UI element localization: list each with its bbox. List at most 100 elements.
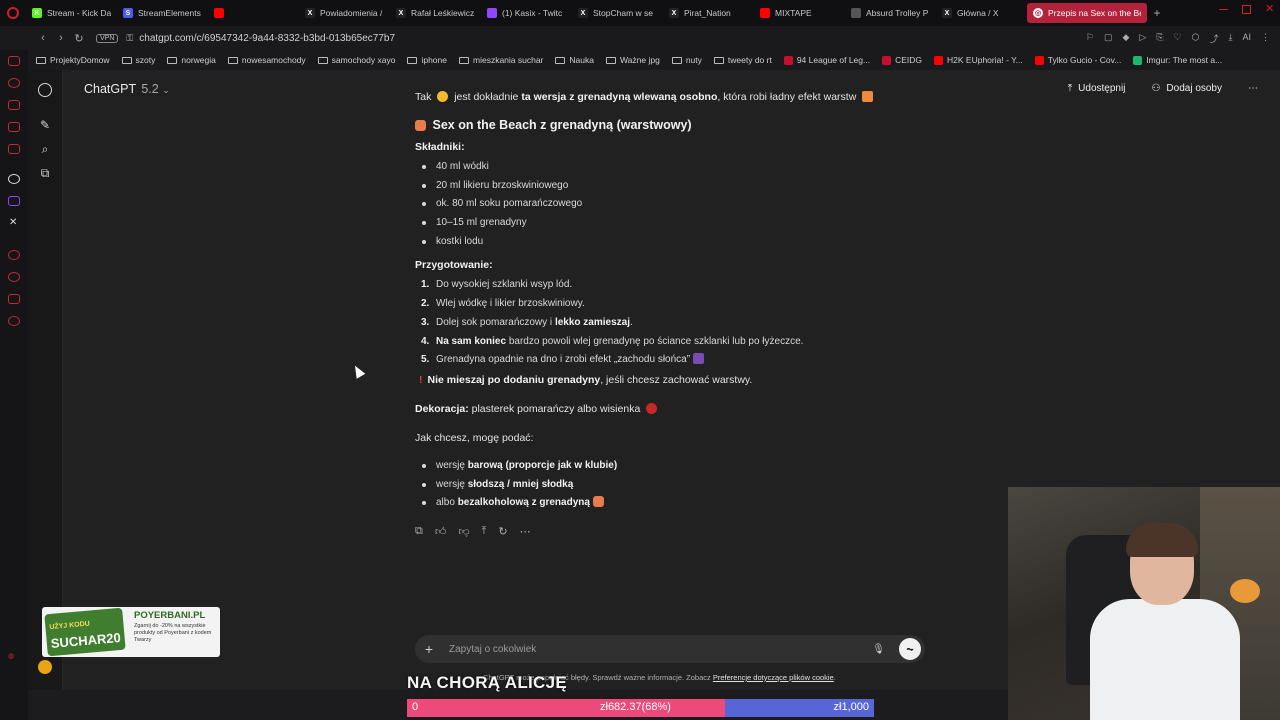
- message-actions: ⧉ 👍︎ 👎︎ ⤒ ↻ ⋯: [415, 525, 935, 538]
- step-text-part: bardzo powoli wlej grenadynę po ściance …: [506, 335, 804, 347]
- bookmark-item[interactable]: Tylko Gucio - Cov...: [1034, 55, 1121, 65]
- offer-item: albo bezalkoholową z grenadyną: [415, 494, 935, 513]
- back-icon[interactable]: ‹: [34, 32, 52, 44]
- bookmark-item[interactable]: ProjektyDomow: [36, 55, 110, 65]
- forward-icon[interactable]: ›: [52, 32, 70, 44]
- step-number: 4.: [421, 335, 430, 347]
- tab-label: StreamElements: [138, 8, 201, 18]
- browser-tab[interactable]: Absurd Trolley P: [845, 3, 936, 23]
- offer-bold: bezalkoholową z grenadyną: [457, 497, 590, 509]
- site-info-icon[interactable]: ⚿: [126, 33, 133, 44]
- cookie-preferences-link[interactable]: Preferencje dotyczące plików cookie: [713, 673, 834, 682]
- clock-icon[interactable]: [8, 250, 20, 260]
- share-icon[interactable]: ⤴: [1209, 32, 1218, 45]
- browser-tab[interactable]: X Rafał Leśkiewicz: [390, 3, 481, 23]
- bookmark-item[interactable]: nuty: [671, 55, 702, 65]
- browser-tab[interactable]: X StopCham w se: [572, 3, 663, 23]
- step-text-part: Grenadyna opadnie na dno i zrobi efekt „…: [436, 354, 691, 366]
- snapshot-icon[interactable]: ▢: [1104, 32, 1113, 45]
- twitch-icon[interactable]: [8, 196, 20, 206]
- minimize-icon[interactable]: [1219, 5, 1228, 10]
- bookmark-label: H2K EUphoria! - Y...: [947, 55, 1023, 65]
- maximize-icon[interactable]: [1242, 5, 1251, 14]
- settings-icon[interactable]: [8, 316, 20, 326]
- regenerate-icon[interactable]: ↻: [498, 525, 507, 538]
- step-text: Dolej sok pomarańczowy i lekko zamieszaj…: [436, 314, 633, 333]
- media-icon[interactable]: [8, 144, 20, 154]
- menu-icon[interactable]: ⋮: [1261, 32, 1270, 45]
- downloads-icon[interactable]: ⤓: [1229, 32, 1233, 45]
- opera-menu-button[interactable]: [0, 0, 26, 26]
- bookmark-label: tweety do rt: [727, 55, 772, 65]
- vpn-badge[interactable]: VPN: [96, 33, 119, 43]
- url-field[interactable]: chatgpt.com/c/69547342-9a44-8332-b3bd-01…: [139, 33, 395, 44]
- browser-tab[interactable]: [208, 3, 299, 23]
- folder-icon: [167, 56, 178, 64]
- browser-tab[interactable]: X Pirat_Nation: [663, 3, 754, 23]
- thumbs-up-icon[interactable]: 👍︎: [435, 525, 447, 538]
- reload-icon[interactable]: ↻: [70, 32, 88, 45]
- share-button[interactable]: ⤒ Udostępnij: [1068, 83, 1126, 94]
- bookmark-item[interactable]: Ważne jpg: [605, 55, 660, 65]
- bookmark-item[interactable]: Nauka: [555, 55, 594, 65]
- bookmark-label: Ważne jpg: [619, 55, 660, 65]
- copy-icon[interactable]: ⧉: [415, 525, 423, 538]
- microphone-icon[interactable]: 🎙︎: [872, 644, 885, 655]
- bookmark-item[interactable]: norwegia: [167, 55, 216, 65]
- step-item: 4. Na sam koniec bardzo powoli wlej grena…: [415, 333, 935, 352]
- adblock-icon[interactable]: ◆: [1123, 32, 1130, 45]
- browser-tab[interactable]: X Główna / X: [936, 3, 1027, 23]
- new-tab-button[interactable]: +: [1147, 6, 1167, 20]
- messenger-icon[interactable]: [8, 56, 20, 66]
- add-people-button[interactable]: ⚇ Dodaj osoby: [1151, 83, 1222, 94]
- bookmark-icon[interactable]: ⚐: [1086, 32, 1094, 45]
- message-input[interactable]: Zapytaj o cokolwiek: [443, 644, 872, 655]
- browser-tab[interactable]: X Powiadomienia /: [299, 3, 390, 23]
- aria-button[interactable]: AI: [1242, 32, 1251, 45]
- browser-tab[interactable]: (1) Kasix - Twitc: [481, 3, 572, 23]
- add-attachment-icon[interactable]: +: [415, 641, 443, 657]
- bookmark-item[interactable]: nowesamochody: [227, 55, 306, 65]
- bookmark-item[interactable]: CEIDG: [882, 55, 922, 65]
- site-favicon-icon: [934, 55, 944, 65]
- new-chat-icon[interactable]: ✎: [38, 118, 52, 132]
- offer-item: wersję słodszą / mniej słodką: [415, 476, 935, 495]
- tab-active[interactable]: ◎ Przepis na Sex on the Bea: [1027, 3, 1147, 23]
- sidebar-footer-icon[interactable]: ◍: [8, 652, 14, 660]
- browser-tab[interactable]: K Stream - Kick Da: [26, 3, 117, 23]
- extensions-sidebar-icon[interactable]: [8, 294, 20, 304]
- wallet-icon[interactable]: [8, 100, 20, 110]
- bookmark-item[interactable]: 94 League of Leg...: [783, 55, 870, 65]
- bookmark-item[interactable]: szoty: [121, 55, 155, 65]
- search-icon[interactable]: ⌕: [38, 142, 52, 156]
- bookmark-item[interactable]: mieszkania suchar: [459, 55, 543, 65]
- browser-tab[interactable]: S StreamElements: [117, 3, 208, 23]
- thumbs-down-icon[interactable]: 👎︎: [458, 525, 469, 538]
- webcam-overlay: [1008, 487, 1280, 720]
- share-message-icon[interactable]: ⤒: [482, 525, 487, 538]
- browser-tab-strip: K Stream - Kick Da S StreamElements X Powiado…: [0, 0, 1280, 26]
- player-icon[interactable]: ▷: [1139, 32, 1146, 45]
- library-icon[interactable]: ⧉: [38, 166, 52, 180]
- openai-logo-icon[interactable]: [38, 83, 52, 97]
- extensions-icon[interactable]: ⬡: [1192, 32, 1200, 45]
- history-panel-icon[interactable]: [8, 272, 20, 282]
- avatar[interactable]: [38, 660, 52, 674]
- heart-icon[interactable]: ♡: [1174, 32, 1182, 45]
- bookmark-item[interactable]: samochody xayo: [317, 55, 395, 65]
- whatsapp-icon[interactable]: [8, 122, 20, 132]
- close-icon[interactable]: ✕: [1265, 4, 1274, 15]
- easy-files-icon[interactable]: ⎘: [1156, 32, 1163, 45]
- bookmark-item[interactable]: Imgur: The most a...: [1133, 55, 1222, 65]
- bookmark-item[interactable]: iphone: [407, 55, 447, 65]
- voice-mode-button[interactable]: ⏦: [899, 638, 921, 660]
- browser-tab[interactable]: MIXTAPE: [754, 3, 845, 23]
- x-icon[interactable]: ✕: [9, 217, 21, 228]
- more-options-button[interactable]: ⋯: [1248, 83, 1258, 94]
- history-icon[interactable]: [8, 78, 20, 88]
- chatgpt-sidebar-icon[interactable]: [8, 174, 20, 184]
- bookmark-item[interactable]: tweety do rt: [713, 55, 772, 65]
- model-selector[interactable]: ChatGPT 5.2 ⌄: [84, 82, 170, 96]
- more-icon[interactable]: ⋯: [520, 525, 531, 538]
- bookmark-item[interactable]: H2K EUphoria! - Y...: [934, 55, 1023, 65]
